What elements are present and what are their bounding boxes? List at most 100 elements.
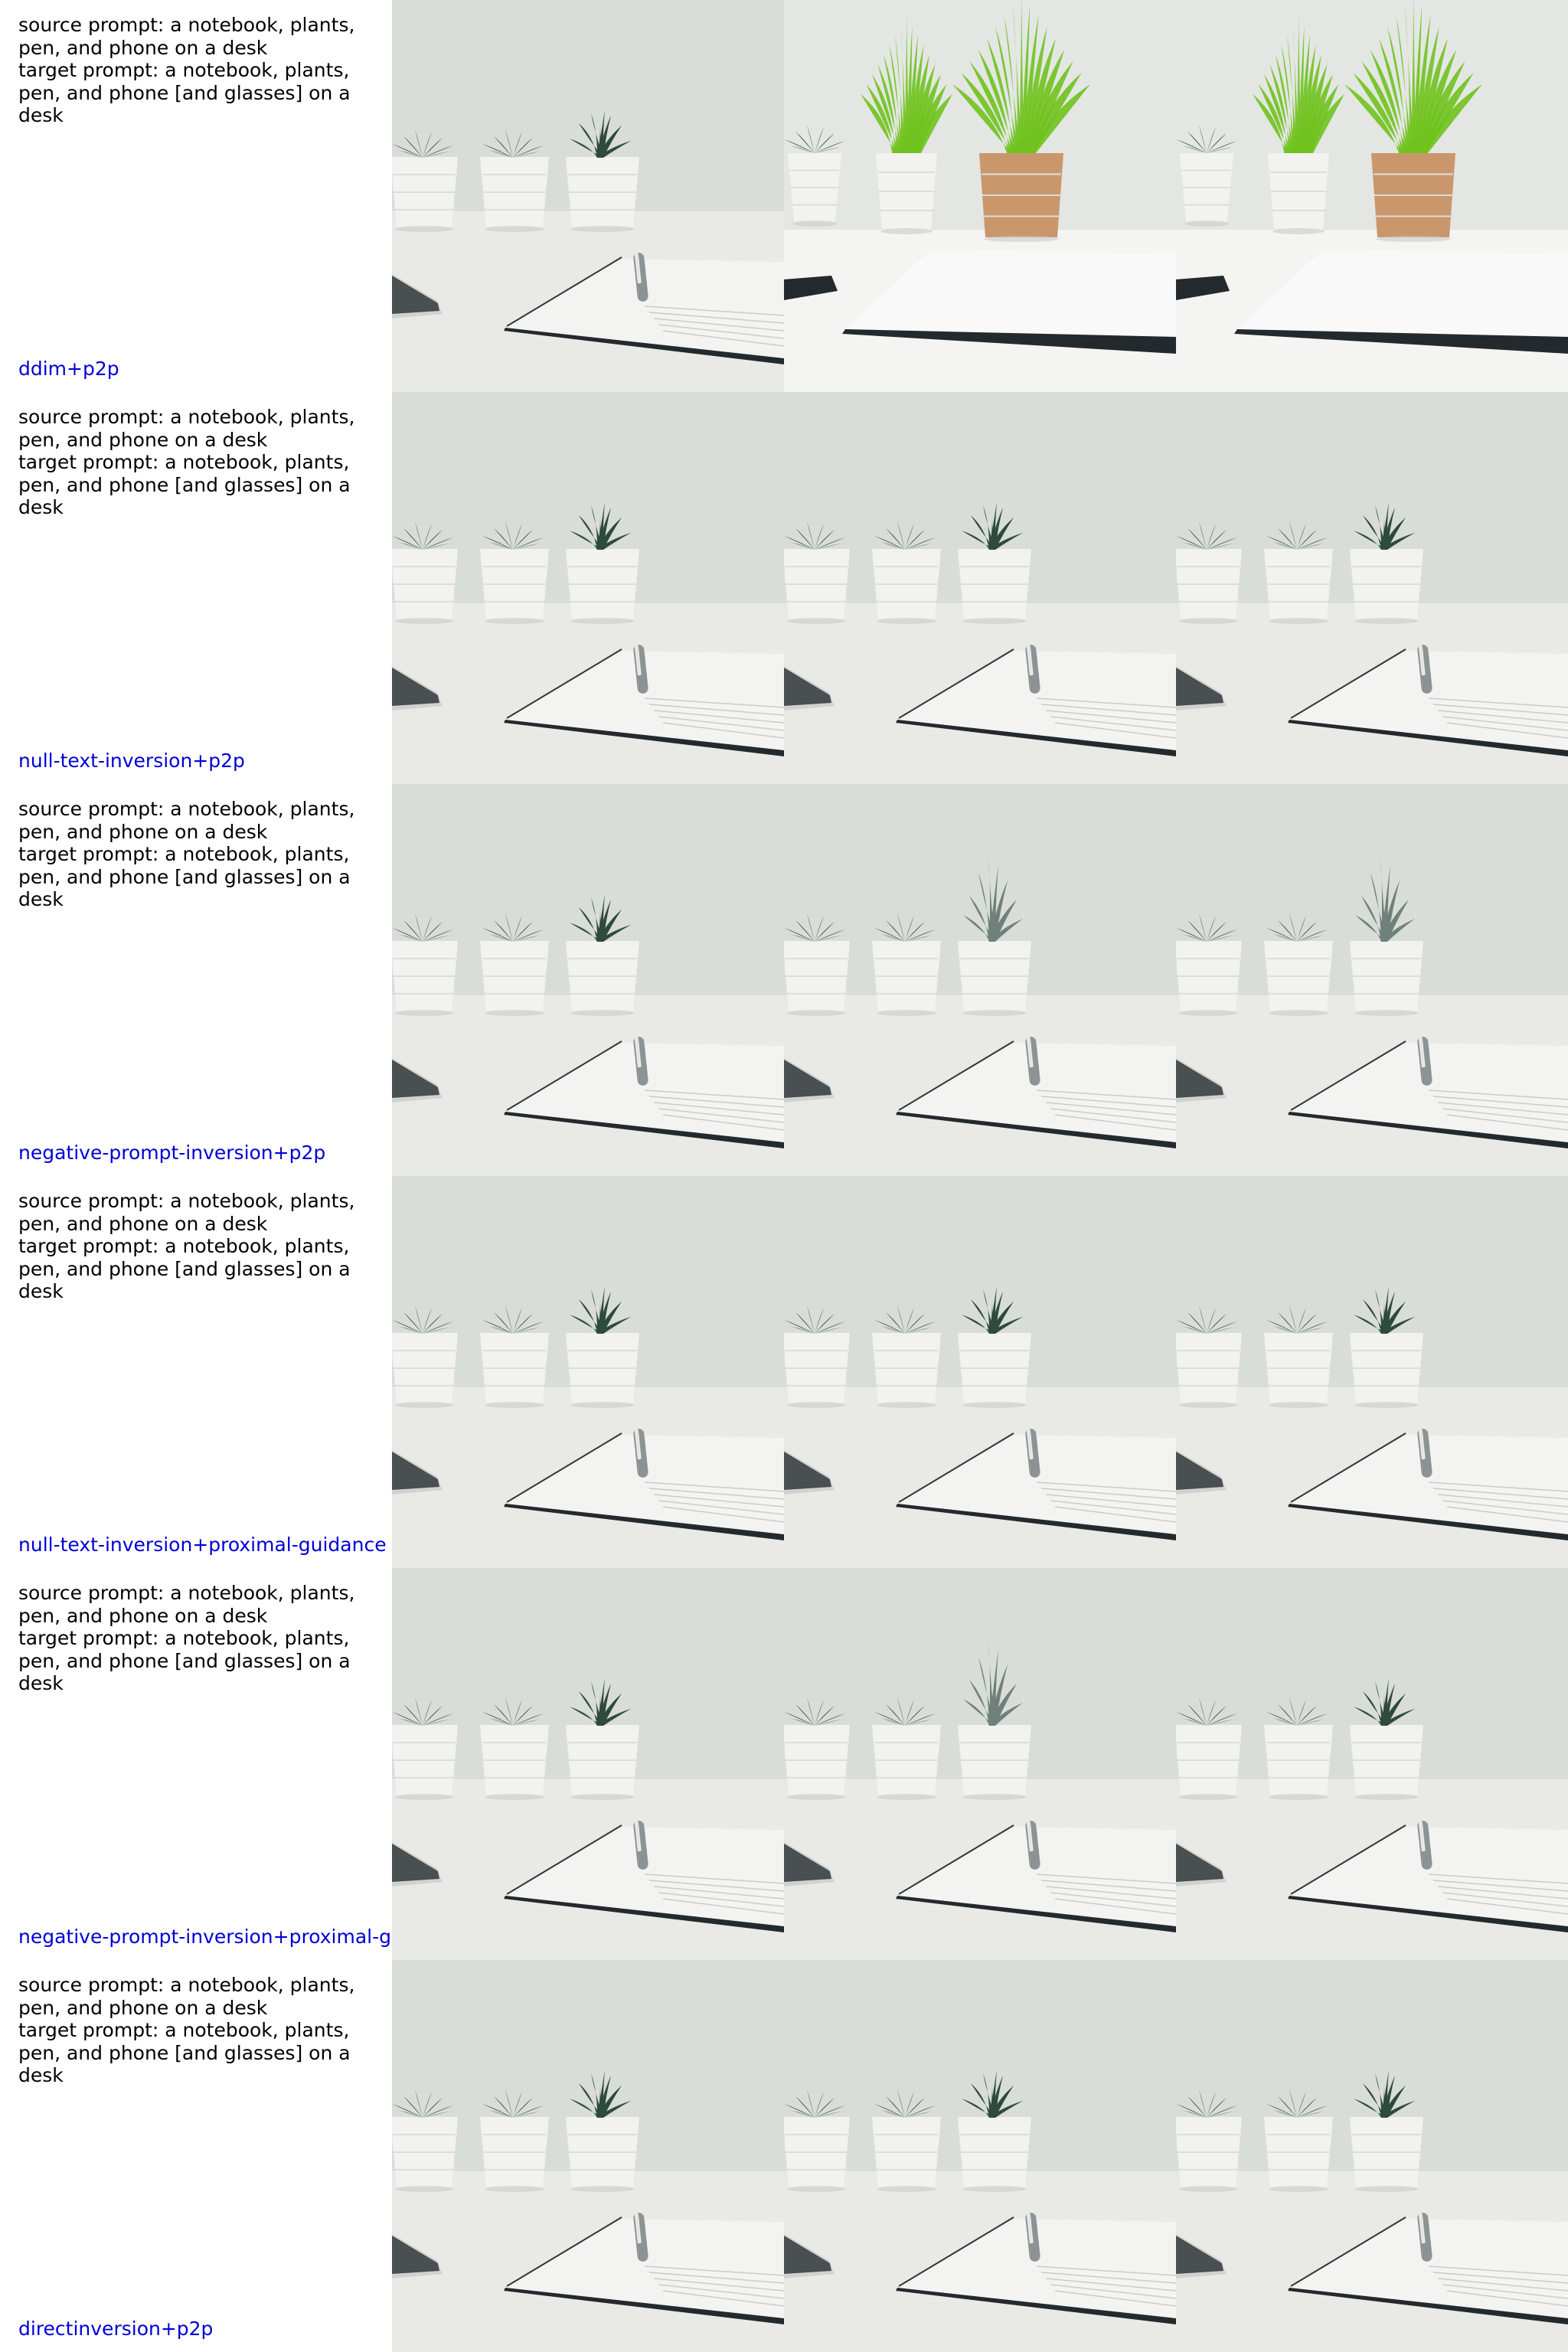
pot <box>1176 1725 1242 1800</box>
pot <box>566 1333 639 1408</box>
source-prompt: source prompt: a notebook, plants, pen, … <box>18 14 355 59</box>
pot <box>1264 1333 1333 1408</box>
desk-scene-image <box>392 1176 784 1568</box>
pot <box>480 2117 549 2192</box>
pot <box>480 941 549 1016</box>
method-label: negative-prompt-inversion+proximal-g <box>18 1926 391 1948</box>
pot <box>392 1333 458 1408</box>
pot <box>392 1725 458 1800</box>
pot <box>872 1333 941 1408</box>
desk-scene-image <box>784 1960 1176 2352</box>
pot <box>566 1725 639 1800</box>
edited-image <box>784 392 1176 784</box>
pot <box>872 549 941 624</box>
pot <box>788 153 841 227</box>
edited-image <box>784 0 1176 392</box>
pot <box>480 157 549 232</box>
edited-image <box>1176 784 1568 1176</box>
pot <box>872 941 941 1016</box>
pot <box>1350 1333 1423 1408</box>
edited-image <box>784 1568 1176 1960</box>
desk-scene-image <box>1176 784 1568 1176</box>
source-image <box>392 392 784 784</box>
desk-scene-image <box>392 784 784 1176</box>
source-prompt: source prompt: a notebook, plants, pen, … <box>18 1582 355 1627</box>
desk-scene-image <box>784 784 1176 1176</box>
method-label: negative-prompt-inversion+p2p <box>18 1142 326 1164</box>
edited-image <box>784 784 1176 1176</box>
desk-scene-image <box>784 392 1176 784</box>
prompt-text: source prompt: a notebook, plants, pen, … <box>18 1582 367 1695</box>
comparison-row: source prompt: a notebook, plants, pen, … <box>0 392 1568 784</box>
desk-scene-image <box>392 1960 784 2352</box>
method-label: ddim+p2p <box>18 358 119 380</box>
source-prompt: source prompt: a notebook, plants, pen, … <box>18 1190 355 1235</box>
prompt-label-panel: source prompt: a notebook, plants, pen, … <box>0 392 392 784</box>
pot <box>958 1333 1031 1408</box>
prompt-text: source prompt: a notebook, plants, pen, … <box>18 798 367 911</box>
target-prompt: target prompt: a notebook, plants, pen, … <box>18 1627 351 1694</box>
source-image <box>392 1568 784 1960</box>
pot <box>480 549 549 624</box>
comparison-row: source prompt: a notebook, plants, pen, … <box>0 1960 1568 2352</box>
pot <box>784 941 850 1016</box>
target-prompt: target prompt: a notebook, plants, pen, … <box>18 451 351 518</box>
pot <box>1264 2117 1333 2192</box>
pot <box>480 1333 549 1408</box>
desk-scene-image <box>1176 1176 1568 1568</box>
edited-image <box>784 1176 1176 1568</box>
desk-scene-image <box>1176 0 1568 392</box>
edited-image <box>784 1960 1176 2352</box>
pot <box>1264 549 1333 624</box>
prompt-label-panel: source prompt: a notebook, plants, pen, … <box>0 1176 392 1568</box>
desk-scene-image <box>392 1568 784 1960</box>
pot <box>1350 549 1423 624</box>
pot <box>392 2117 458 2192</box>
pot <box>480 1725 549 1800</box>
pot <box>392 157 458 232</box>
pot <box>566 549 639 624</box>
pot <box>1180 153 1233 227</box>
pot <box>1350 941 1423 1016</box>
source-prompt: source prompt: a notebook, plants, pen, … <box>18 1974 355 2019</box>
prompt-label-panel: source prompt: a notebook, plants, pen, … <box>0 1568 392 1960</box>
pot <box>872 2117 941 2192</box>
pot <box>1264 1725 1333 1800</box>
source-image <box>392 784 784 1176</box>
prompt-text: source prompt: a notebook, plants, pen, … <box>18 1190 367 1303</box>
desk-scene-image <box>784 1176 1176 1568</box>
pot <box>1176 549 1242 624</box>
comparison-row: source prompt: a notebook, plants, pen, … <box>0 784 1568 1176</box>
pot <box>784 1333 850 1408</box>
pot <box>1268 153 1329 234</box>
pot <box>566 2117 639 2192</box>
prompt-text: source prompt: a notebook, plants, pen, … <box>18 14 367 127</box>
pot <box>784 1725 850 1800</box>
edited-image <box>1176 1176 1568 1568</box>
desk-scene-image <box>1176 1568 1568 1960</box>
edited-image <box>1176 1960 1568 2352</box>
method-label: null-text-inversion+p2p <box>18 750 245 772</box>
method-label: null-text-inversion+proximal-guidance <box>18 1534 387 1556</box>
prompt-label-panel: source prompt: a notebook, plants, pen, … <box>0 1960 392 2352</box>
prompt-text: source prompt: a notebook, plants, pen, … <box>18 1974 367 2087</box>
edited-image <box>1176 392 1568 784</box>
edited-image <box>1176 1568 1568 1960</box>
comparison-row: source prompt: a notebook, plants, pen, … <box>0 1176 1568 1568</box>
source-image <box>392 1176 784 1568</box>
pot <box>1176 1333 1242 1408</box>
source-prompt: source prompt: a notebook, plants, pen, … <box>18 406 355 451</box>
pot <box>1350 1725 1423 1800</box>
pot <box>1350 2117 1423 2192</box>
pot <box>1176 941 1242 1016</box>
desk-scene-image <box>392 392 784 784</box>
pot <box>872 1725 941 1800</box>
prompt-label-panel: source prompt: a notebook, plants, pen, … <box>0 784 392 1176</box>
target-prompt: target prompt: a notebook, plants, pen, … <box>18 843 351 910</box>
pot <box>1176 2117 1242 2192</box>
comparison-row: source prompt: a notebook, plants, pen, … <box>0 0 1568 392</box>
pot <box>958 941 1031 1016</box>
pot <box>979 153 1063 242</box>
pot <box>1264 941 1333 1016</box>
desk-scene-image <box>784 1568 1176 1960</box>
